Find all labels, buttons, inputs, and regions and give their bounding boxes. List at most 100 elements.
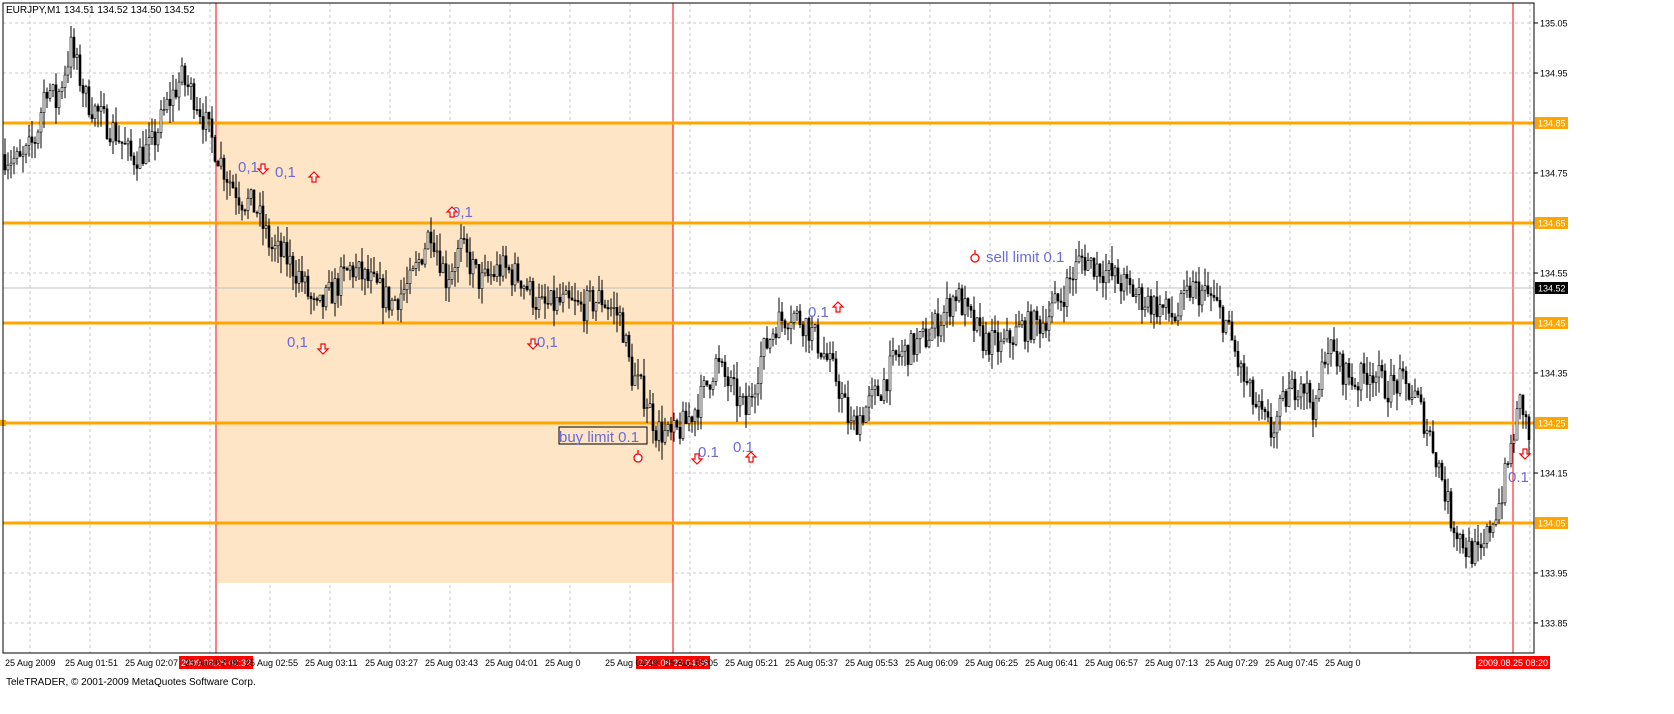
candle-body-up: [1329, 339, 1333, 354]
candle-body-down: [330, 281, 334, 304]
candle-body-down: [570, 297, 574, 301]
candle-body-up: [663, 430, 667, 443]
candle: [705, 380, 709, 388]
candle-body-down: [1443, 479, 1447, 502]
candle-body-down: [207, 111, 211, 120]
candle-body-down: [651, 403, 655, 431]
candle-body-up: [771, 333, 775, 340]
candle: [1074, 248, 1078, 294]
candle-body-up: [999, 340, 1003, 352]
candle-body-up: [957, 288, 961, 302]
candle: [1302, 383, 1306, 411]
candle-body-down: [543, 296, 547, 304]
candle: [1131, 279, 1135, 298]
candle-body-down: [837, 381, 841, 399]
candle-body-up: [273, 245, 277, 250]
candle: [1056, 292, 1060, 310]
candle: [822, 336, 826, 360]
candle-body-down: [234, 187, 238, 199]
candle: [159, 99, 163, 139]
candle-body-up: [453, 267, 457, 272]
candle: [39, 107, 43, 149]
candle: [1221, 304, 1225, 343]
candle-body-down: [1311, 401, 1315, 420]
candle: [1044, 308, 1048, 338]
candle-body-down: [567, 290, 571, 299]
candle-body-down: [654, 430, 658, 441]
candle-body-up: [363, 269, 367, 280]
candle: [1170, 296, 1174, 325]
y-tick-label: 135.05: [1540, 19, 1568, 29]
candle-body-down: [117, 140, 121, 143]
candle-body-down: [600, 290, 604, 306]
candle-body-down: [525, 285, 529, 291]
candle-body-down: [432, 242, 436, 252]
candle: [1125, 265, 1129, 296]
candle: [1092, 257, 1096, 280]
candle: [726, 366, 730, 402]
candle-body-down: [906, 344, 910, 365]
candle-body-down: [969, 306, 973, 311]
candle-body-down: [252, 189, 256, 213]
candle: [186, 75, 190, 96]
candle: [1503, 457, 1507, 506]
candle: [6, 152, 10, 180]
candle: [984, 321, 988, 356]
candle-body-down: [1008, 330, 1012, 344]
price-chart[interactable]: 2009.08.25 02:32 2009.08.25 04:36 2009.08.…: [0, 0, 1674, 709]
candle: [1029, 304, 1033, 344]
candle: [933, 309, 937, 339]
candle-body-down: [1140, 287, 1144, 310]
pending-order-icon: [633, 453, 643, 463]
candle: [909, 330, 913, 365]
level-badge-label: 134.65: [1538, 219, 1566, 229]
candle-body-down: [1332, 339, 1336, 352]
candle: [1002, 328, 1006, 345]
candle-body-up: [1203, 285, 1207, 291]
candle: [162, 96, 166, 116]
candle-body-up: [900, 350, 904, 358]
candle-body-up: [1026, 311, 1030, 342]
candle-body-down: [306, 275, 310, 297]
candle-body-down: [360, 261, 364, 280]
candle-body-up: [1272, 432, 1276, 438]
candle-body-down: [936, 313, 940, 337]
candle: [252, 189, 256, 213]
candle-body-down: [507, 267, 511, 271]
candle-body-up: [1002, 338, 1006, 342]
candle-body-down: [231, 181, 235, 189]
candle: [843, 384, 847, 398]
candle-body-down: [1260, 400, 1264, 410]
y-tick-label: 134.15: [1540, 469, 1568, 479]
candle: [1272, 421, 1276, 449]
candle-body-down: [1038, 319, 1042, 334]
candle-body-up: [489, 274, 493, 277]
candle-body-down: [783, 320, 787, 329]
candle-body-up: [870, 388, 874, 397]
candle: [1431, 420, 1435, 455]
candle-body-down: [1215, 297, 1219, 301]
candle: [1410, 385, 1414, 405]
candle-body-up: [1413, 390, 1417, 398]
candle: [87, 79, 91, 118]
candle: [1194, 271, 1198, 300]
candle-body-up: [162, 109, 166, 111]
candle-body-down: [1341, 353, 1345, 385]
candle: [1524, 410, 1528, 429]
candle-body-down: [30, 136, 34, 143]
candle: [108, 127, 112, 147]
candle-body-down: [1386, 397, 1390, 403]
x-tick-label: 25 Aug 02:55: [245, 658, 298, 668]
candle-body-up: [822, 353, 826, 358]
chart-window[interactable]: 2009.08.25 02:32 2009.08.25 04:36 2009.08.…: [0, 0, 1674, 709]
candle: [1260, 389, 1264, 420]
candle-body-down: [201, 116, 205, 130]
candle-body-down: [486, 268, 490, 277]
candle-body-up: [39, 112, 43, 133]
candle: [1038, 315, 1042, 349]
ohlc-readout: 134.51 134.52 134.50 134.52: [64, 5, 195, 16]
candle-body-down: [1035, 310, 1039, 321]
candle: [132, 152, 136, 175]
candle-body-down: [1404, 370, 1408, 384]
candle: [798, 304, 802, 329]
